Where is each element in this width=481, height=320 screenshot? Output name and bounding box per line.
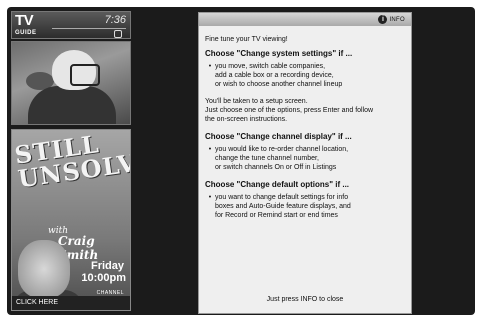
bullet-text: you want to change default settings for … — [215, 193, 407, 220]
bullet-line: you move, switch cable companies, — [215, 63, 326, 70]
logo-tv-text: TV — [15, 12, 34, 29]
clock: 7:36 — [104, 14, 126, 26]
section-bullet-channel: • you would like to re-order channel loc… — [205, 145, 407, 172]
host-photo — [18, 240, 70, 298]
tv-guide-logo: TV GUIDE — [15, 13, 41, 37]
video-preview[interactable] — [11, 41, 131, 125]
setup-line: Just choose one of the options, press En… — [205, 107, 374, 114]
info-panel-header: i INFO — [199, 13, 411, 26]
click-here-button[interactable]: CLICK HERE — [12, 296, 130, 310]
bullet-text: you move, switch cable companies, add a … — [215, 62, 407, 89]
facemask-graphic — [70, 64, 100, 86]
lock-icon — [114, 30, 122, 38]
intro-text: Fine tune your TV viewing! — [205, 36, 288, 43]
divider — [52, 28, 126, 29]
close-instruction: Just press INFO to close — [266, 296, 344, 303]
left-column: TV GUIDE 7:36 STILL UNSOLVED with Craig … — [11, 11, 131, 311]
info-button[interactable]: i INFO — [378, 14, 405, 25]
bullet-line: boxes and Auto-Guide feature displays, a… — [215, 203, 351, 210]
promo-day: Friday — [90, 260, 124, 272]
bullet-line: or switch channels On or Off in Listings — [215, 164, 337, 171]
promo-time: 10:00pm — [81, 272, 126, 284]
guide-header: TV GUIDE 7:36 — [11, 11, 131, 39]
section-bullet-system: • you move, switch cable companies, add … — [205, 62, 407, 89]
info-panel: i INFO Fine tune your TV viewing! Choose… — [198, 12, 412, 314]
tv-screen: TV GUIDE 7:36 STILL UNSOLVED with Craig … — [7, 7, 475, 315]
section-heading-defaults: Choose "Change default options" if ... — [205, 180, 350, 189]
info-icon: i — [378, 15, 388, 24]
bullet-dot: • — [208, 146, 212, 153]
setup-line: the on-screen instructions. — [205, 116, 288, 123]
setup-line: You'll be taken to a setup screen. — [205, 98, 308, 105]
promo-title: STILL UNSOLVED — [13, 130, 130, 193]
bullet-line: change the tune channel number, — [215, 155, 319, 162]
bullet-line: add a cable box or a recording device, — [215, 72, 334, 79]
bullet-line: you would like to re-order channel locat… — [215, 146, 349, 153]
section-heading-system: Choose "Change system settings" if ... — [205, 49, 353, 58]
bullet-text: you would like to re-order channel locat… — [215, 145, 407, 172]
logo-guide-text: GUIDE — [15, 30, 37, 36]
section-bullet-defaults: • you want to change default settings fo… — [205, 193, 407, 220]
bullet-line: you want to change default settings for … — [215, 194, 349, 201]
player-jersey-graphic — [28, 86, 116, 124]
bullet-line: for Record or Remind start or end times — [215, 212, 338, 219]
section-heading-channel: Choose "Change channel display" if ... — [205, 132, 352, 141]
bullet-dot: • — [208, 194, 212, 201]
setup-text: You'll be taken to a setup screen. Just … — [205, 97, 407, 124]
info-label: INFO — [389, 16, 405, 23]
bullet-dot: • — [208, 63, 212, 70]
bullet-line: or wish to choose another channel lineup — [215, 81, 343, 88]
promo-ad[interactable]: STILL UNSOLVED with Craig Smith Friday 1… — [11, 129, 131, 311]
info-panel-body: Fine tune your TV viewing! Choose "Chang… — [205, 36, 407, 228]
